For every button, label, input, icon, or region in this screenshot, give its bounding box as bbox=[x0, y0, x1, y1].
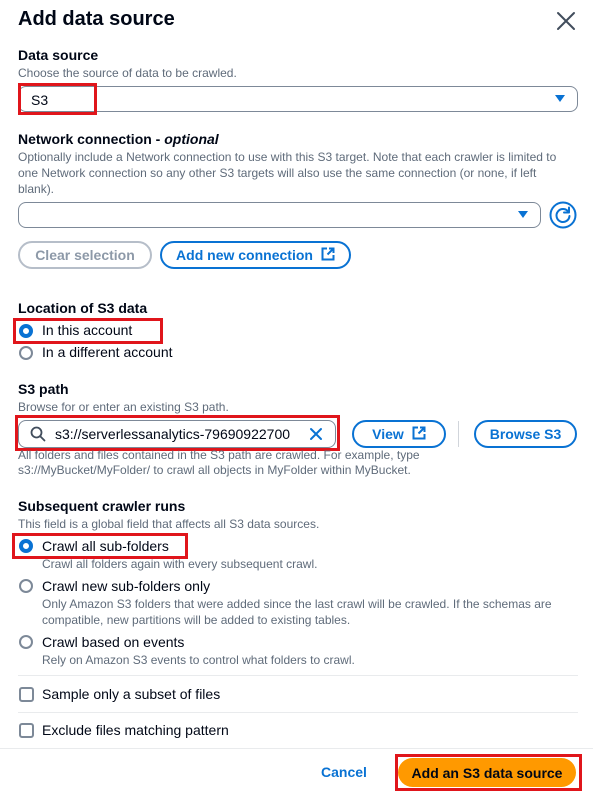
external-link-icon bbox=[321, 247, 335, 264]
radio-different-account[interactable] bbox=[19, 346, 33, 360]
network-label-main: Network connection - bbox=[18, 131, 165, 147]
network-label: Network connection - optional bbox=[18, 131, 219, 147]
footer-divider bbox=[0, 748, 593, 749]
external-link-icon bbox=[412, 426, 426, 443]
highlight-box-crawl-all bbox=[12, 533, 188, 559]
modal-title: Add data source bbox=[18, 8, 175, 30]
browse-s3-label: Browse S3 bbox=[489, 426, 562, 442]
highlight-box-data-source bbox=[18, 83, 97, 115]
add-new-connection-label: Add new connection bbox=[176, 247, 313, 263]
data-source-select[interactable]: S3 bbox=[18, 86, 578, 112]
option-crawl-new-desc: Only Amazon S3 folders that were added s… bbox=[42, 597, 552, 627]
network-description: Optionally include a Network connection … bbox=[18, 150, 557, 196]
view-button[interactable]: View bbox=[352, 420, 446, 448]
option-different-account: In a different account bbox=[42, 344, 173, 360]
highlight-box-submit bbox=[395, 754, 582, 791]
option-crawl-events-desc: Rely on Amazon S3 events to control what… bbox=[42, 653, 355, 667]
caret-down-icon bbox=[555, 95, 565, 102]
radio-crawl-events[interactable] bbox=[19, 635, 33, 649]
checkbox-exclude[interactable] bbox=[19, 723, 34, 738]
radio-crawl-new[interactable] bbox=[19, 579, 33, 593]
checkbox-sample[interactable] bbox=[19, 687, 34, 702]
browse-s3-button[interactable]: Browse S3 bbox=[474, 420, 577, 448]
refresh-icon[interactable] bbox=[549, 201, 577, 229]
option-crawl-new: Crawl new sub-folders only bbox=[42, 578, 211, 594]
network-select[interactable] bbox=[18, 202, 541, 228]
section-divider bbox=[18, 712, 578, 713]
s3-path-label: S3 path bbox=[18, 381, 69, 397]
crawler-runs-description: This field is a global field that affect… bbox=[18, 517, 320, 531]
highlight-box-s3-path bbox=[15, 415, 340, 451]
view-label: View bbox=[372, 426, 404, 442]
crawler-runs-label: Subsequent crawler runs bbox=[18, 498, 186, 514]
clear-selection-label: Clear selection bbox=[35, 247, 135, 263]
location-label: Location of S3 data bbox=[18, 300, 148, 316]
data-source-description: Choose the source of data to be crawled. bbox=[18, 66, 237, 80]
checkbox-sample-label: Sample only a subset of files bbox=[42, 686, 221, 702]
caret-down-icon bbox=[518, 211, 528, 218]
button-divider bbox=[458, 421, 459, 447]
s3-path-help-1: All folders and files contained in the S… bbox=[18, 448, 420, 462]
clear-selection-button[interactable]: Clear selection bbox=[18, 241, 152, 269]
data-source-label: Data source bbox=[18, 47, 99, 63]
cancel-button[interactable]: Cancel bbox=[321, 764, 367, 780]
close-icon[interactable] bbox=[553, 8, 579, 34]
checkbox-exclude-label: Exclude files matching pattern bbox=[42, 722, 229, 738]
option-crawl-events: Crawl based on events bbox=[42, 634, 185, 650]
s3-path-help-2: s3://MyBucket/MyFolder/ to crawl all obj… bbox=[18, 463, 411, 477]
add-new-connection-button[interactable]: Add new connection bbox=[160, 241, 351, 269]
s3-path-description: Browse for or enter an existing S3 path. bbox=[18, 400, 229, 414]
network-label-optional: optional bbox=[164, 131, 219, 147]
highlight-box-location bbox=[13, 318, 163, 344]
section-divider bbox=[18, 675, 578, 676]
